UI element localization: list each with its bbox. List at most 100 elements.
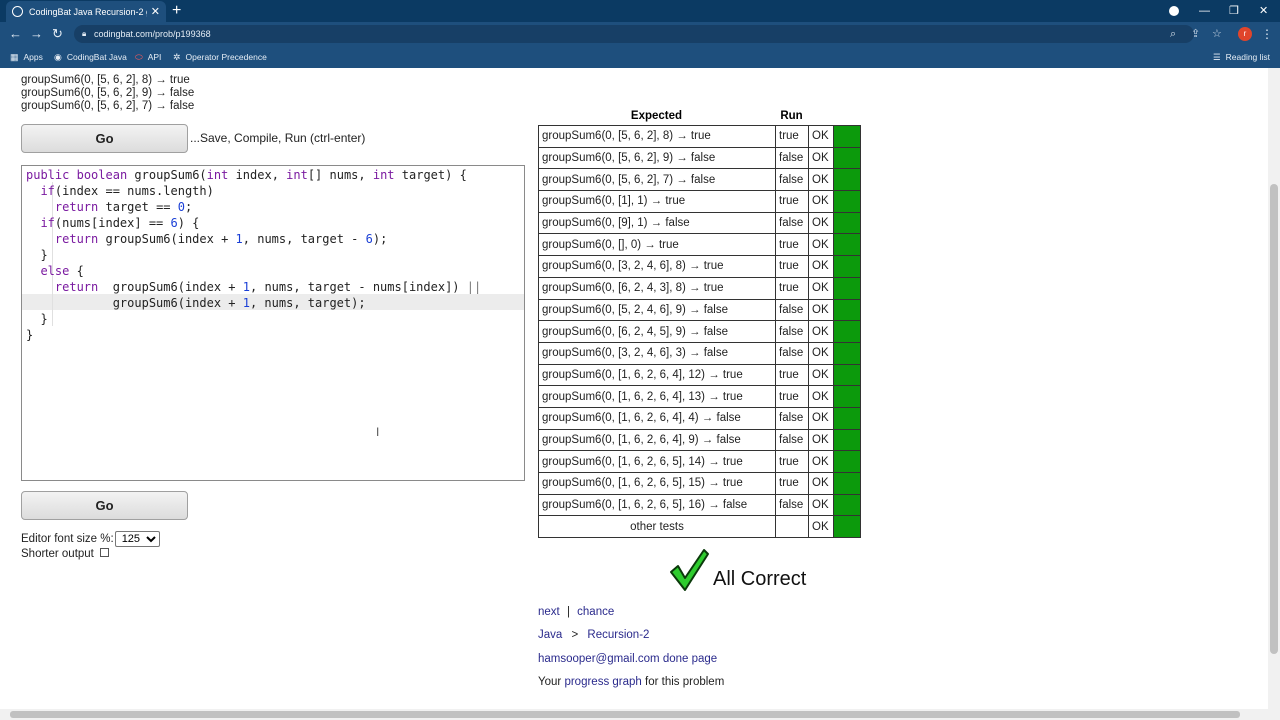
expected-cell: groupSum6(0, [5, 6, 2], 8) → true — [538, 125, 776, 148]
run-cell: true — [775, 233, 809, 257]
expected-cell: groupSum6(0, [9], 1) → false — [538, 211, 776, 235]
result-row: groupSum6(0, [6, 2, 4, 3], 8) → true true… — [538, 276, 861, 300]
run-cell — [775, 515, 809, 539]
status-cell: OK — [808, 190, 834, 213]
run-cell: true — [775, 125, 809, 148]
reading-list-button[interactable]: ☰ Reading list — [1213, 50, 1270, 64]
status-cell: OK — [808, 385, 834, 408]
status-cell: OK — [808, 255, 834, 278]
font-size-select[interactable]: 125 — [114, 531, 160, 547]
status-cell: OK — [808, 298, 834, 322]
status-cell: OK — [808, 493, 834, 517]
vertical-scroll-thumb[interactable] — [1270, 184, 1278, 654]
vertical-scrollbar[interactable] — [1268, 68, 1280, 709]
chance-link[interactable]: chance — [577, 606, 614, 618]
email-link[interactable]: hamsooper@gmail.com — [538, 653, 660, 665]
recursion-2-link[interactable]: Recursion-2 — [587, 629, 649, 641]
expected-cell: groupSum6(0, [5, 2, 4, 6], 9) → false — [538, 298, 776, 322]
result-row: groupSum6(0, [3, 2, 4, 6], 8) → true true… — [538, 255, 861, 278]
forward-arrow-icon[interactable]: → — [30, 24, 43, 44]
globe-icon — [12, 6, 23, 17]
star-icon[interactable]: ☆ — [1212, 25, 1222, 43]
code-editor[interactable]: public boolean groupSum6(int index, int[… — [21, 165, 525, 481]
results-table: groupSum6(0, [5, 6, 2], 8) → true true OK g… — [538, 125, 861, 539]
done-page-link[interactable]: done page — [663, 653, 717, 665]
shorter-output-checkbox[interactable] — [99, 547, 109, 557]
result-row: groupSum6(0, [1, 6, 2, 6, 4], 4) → false… — [538, 406, 861, 430]
pass-indicator — [833, 146, 861, 170]
minimize-icon[interactable]: — — [1199, 0, 1210, 22]
nav-links: next | chance — [538, 606, 614, 618]
status-cell: OK — [808, 363, 834, 387]
result-row: groupSum6(0, [3, 2, 4, 6], 3) → false fal… — [538, 341, 861, 365]
bookmark-codingbat[interactable]: ◉ CodingBat Java — [54, 50, 127, 64]
browser-tab[interactable]: CodingBat Java Recursion-2 grou ✕ — [6, 1, 166, 22]
run-cell: false — [775, 168, 809, 192]
result-row: groupSum6(0, [1, 6, 2, 6, 5], 16) → fals… — [538, 493, 861, 517]
link-separator: | — [566, 606, 570, 618]
bookmark-operator-precedence[interactable]: ✲ Operator Precedence — [173, 50, 267, 64]
all-correct-banner: All Correct — [668, 548, 806, 592]
result-row: groupSum6(0, [1, 6, 2, 6, 4], 12) → true… — [538, 363, 861, 387]
gear-icon: ✲ — [173, 52, 181, 62]
expected-cell: groupSum6(0, [1, 6, 2, 6, 4], 13) → true — [538, 385, 776, 408]
plus-icon[interactable]: + — [172, 1, 181, 21]
expected-cell: groupSum6(0, [1, 6, 2, 6, 4], 4) → false — [538, 406, 776, 430]
pass-indicator — [833, 320, 861, 343]
go-button-bottom[interactable]: Go — [21, 491, 188, 520]
tab-title: CodingBat Java Recursion-2 grou — [29, 6, 147, 17]
java-link[interactable]: Java — [538, 629, 562, 641]
expected-cell: groupSum6(0, [1, 6, 2, 6, 5], 15) → true — [538, 472, 776, 495]
run-cell: false — [775, 493, 809, 517]
status-cell: OK — [808, 233, 834, 257]
result-row: groupSum6(0, [5, 6, 2], 9) → false false O… — [538, 146, 861, 170]
result-row: groupSum6(0, [1, 6, 2, 6, 4], 9) → false… — [538, 428, 861, 452]
go-button-top[interactable]: Go — [21, 124, 188, 153]
pass-indicator — [833, 406, 861, 430]
run-cell: true — [775, 255, 809, 278]
status-cell: OK — [808, 276, 834, 300]
bookmark-api[interactable]: ⬭ API — [135, 50, 161, 64]
lock-icon[interactable]: 🔒︎ — [82, 25, 86, 43]
restore-icon[interactable]: ❐ — [1229, 0, 1239, 22]
status-cell: OK — [808, 125, 834, 148]
font-size-row: Editor font size %: 125 — [21, 531, 160, 547]
pass-indicator — [833, 276, 861, 300]
url-text: codingbat.com/prob/p199368 — [94, 29, 211, 39]
status-cell: OK — [808, 320, 834, 343]
horizontal-scroll-thumb[interactable] — [10, 711, 1240, 718]
progress-graph-link[interactable]: progress graph — [564, 676, 641, 688]
zoom-icon[interactable]: ⌕ — [1170, 25, 1176, 43]
next-link[interactable]: next — [538, 606, 560, 618]
expected-cell: groupSum6(0, [3, 2, 4, 6], 3) → false — [538, 341, 776, 365]
reload-icon[interactable]: ↻ — [52, 24, 63, 44]
run-cell: true — [775, 363, 809, 387]
for-problem-text: for this problem — [645, 676, 725, 688]
back-arrow-icon[interactable]: ← — [9, 24, 22, 44]
run-cell: false — [775, 406, 809, 430]
status-cell: OK — [808, 406, 834, 430]
result-row: groupSum6(0, [6, 2, 4, 5], 9) → false fal… — [538, 320, 861, 343]
expected-cell: groupSum6(0, [3, 2, 4, 6], 8) → true — [538, 255, 776, 278]
kebab-menu-icon[interactable]: ⋮ — [1261, 25, 1273, 43]
address-bar[interactable]: 🔒︎ codingbat.com/prob/p199368 — [74, 25, 1194, 43]
shorter-output-label: Shorter output — [21, 548, 94, 560]
pass-indicator — [833, 341, 861, 365]
run-cell: true — [775, 385, 809, 408]
pass-indicator — [833, 190, 861, 213]
browser-window: CodingBat Java Recursion-2 grou ✕ + — ❐ … — [0, 0, 1280, 720]
share-icon[interactable]: ⇪ — [1191, 25, 1200, 43]
font-size-label: Editor font size %: — [21, 533, 114, 545]
expected-cell: groupSum6(0, [1, 6, 2, 6, 5], 16) → fals… — [538, 493, 776, 517]
shorter-output-row: Shorter output — [21, 547, 109, 560]
expected-cell: groupSum6(0, [1, 6, 2, 6, 4], 9) → false — [538, 428, 776, 452]
bookmark-apps[interactable]: ▦ Apps — [10, 50, 43, 64]
window-close-icon[interactable]: ✕ — [1259, 0, 1268, 22]
pass-indicator — [833, 168, 861, 192]
breadcrumb-separator: > — [571, 629, 579, 641]
pass-indicator — [833, 450, 861, 473]
close-icon[interactable]: ✕ — [151, 5, 160, 18]
profile-avatar[interactable]: r — [1238, 27, 1252, 41]
horizontal-scrollbar[interactable] — [0, 709, 1280, 720]
record-icon[interactable] — [1169, 6, 1179, 16]
